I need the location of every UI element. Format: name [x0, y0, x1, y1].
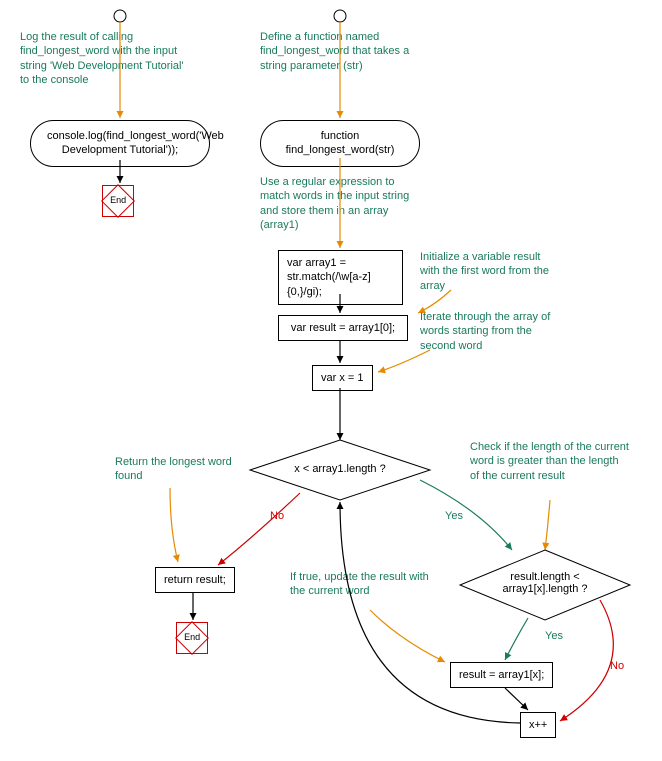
function-def-text: function find_longest_word(str) [286, 130, 395, 156]
node-var-array1: var array1 = str.match(/\w[a-z]{0,}/gi); [278, 250, 403, 305]
annotation-define-fn: Define a function named find_longest_wor… [260, 30, 420, 73]
annotation-use-regex: Use a regular expression to match words … [260, 175, 420, 232]
node-var-x: var x = 1 [312, 365, 373, 391]
node-function-def: function find_longest_word(str) [260, 120, 420, 167]
annotation-update-result: If true, update the result with the curr… [290, 570, 440, 599]
end-1-text: End [110, 195, 126, 207]
annotation-init-var: Initialize a variable result with the fi… [420, 250, 560, 293]
node-return-result: return result; [155, 567, 235, 593]
node-var-result: var result = array1[0]; [278, 315, 408, 341]
node-console-log: console.log(find_longest_word('Web Devel… [30, 120, 210, 167]
end-2-text: End [184, 632, 200, 644]
inc-x-text: x++ [529, 719, 547, 731]
start-circle-right [332, 8, 348, 24]
node-assign-result: result = array1[x]; [450, 662, 553, 688]
label-yes-condx: Yes [445, 510, 463, 522]
var-array1-text: var array1 = str.match(/\w[a-z]{0,}/gi); [287, 257, 371, 298]
annotation-check-length: Check if the length of the current word … [470, 440, 630, 483]
node-inc-x: x++ [520, 712, 556, 738]
return-result-text: return result; [164, 574, 226, 586]
var-result-text: var result = array1[0]; [291, 322, 395, 334]
node-end-1: End [102, 185, 134, 217]
var-x-text: var x = 1 [321, 372, 364, 384]
label-no-condx: No [270, 510, 284, 522]
decision-condlen-text: result.length < array1[x].length ? [480, 571, 610, 595]
label-yes-condlen: Yes [545, 630, 563, 642]
label-no-condlen: No [610, 660, 624, 672]
annotation-log-call: Log the result of calling find_longest_w… [20, 30, 190, 87]
node-end-2: End [176, 622, 208, 654]
start-circle-left [112, 8, 128, 24]
assign-result-text: result = array1[x]; [459, 669, 544, 681]
annotation-return-longest: Return the longest word found [115, 455, 235, 484]
decision-condx-text: x < array1.length ? [275, 463, 405, 475]
console-log-text: console.log(find_longest_word('Web Devel… [47, 130, 224, 156]
annotation-iterate: Iterate through the array of words start… [420, 310, 570, 353]
